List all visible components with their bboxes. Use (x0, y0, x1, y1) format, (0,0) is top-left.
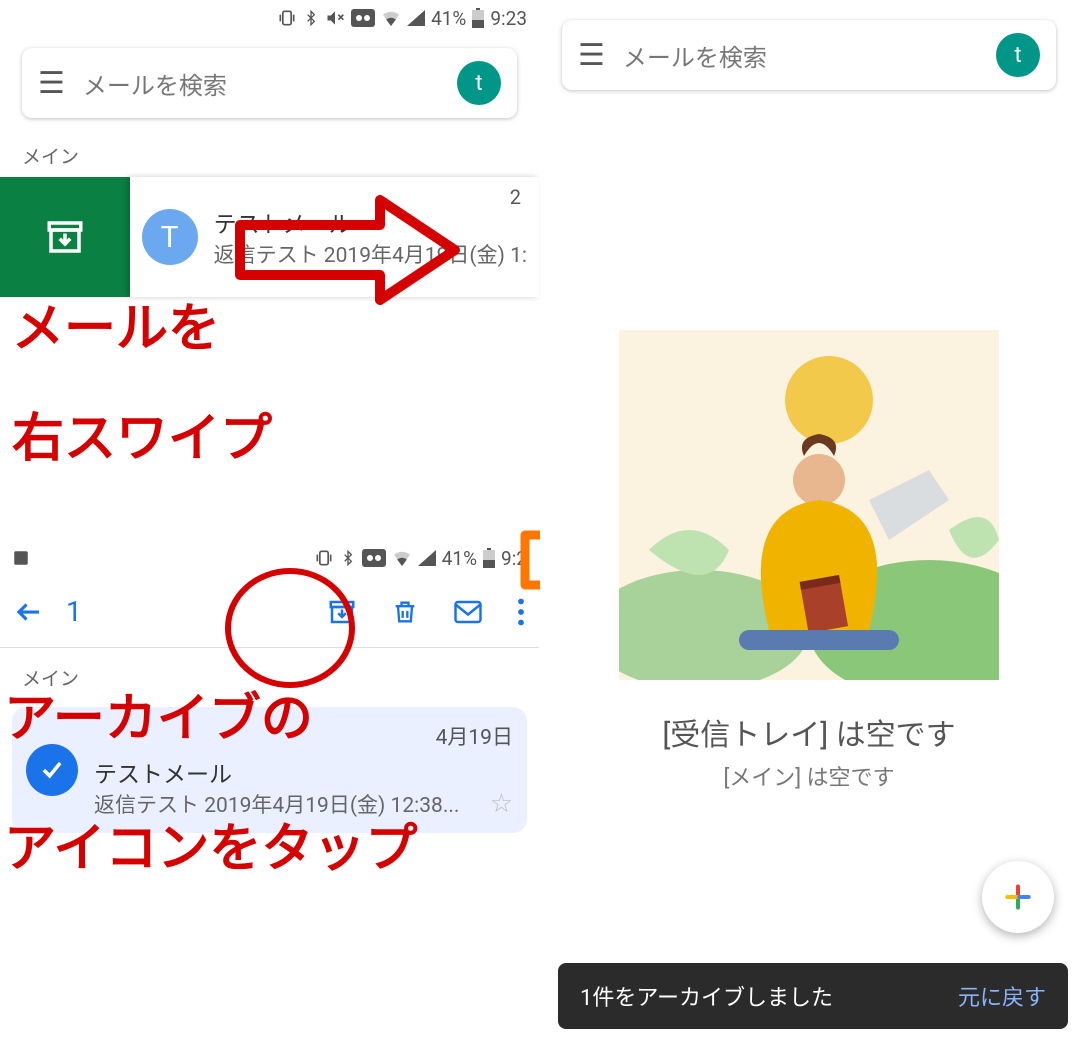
mail-snippet-2: 返信テスト 2019年4月19日(金) 12:38... (94, 789, 459, 819)
empty-inbox-illustration (619, 330, 999, 680)
annotation-swipe-2: 右スワイプ (12, 410, 272, 467)
clock-time: 9:23 (490, 7, 527, 30)
account-avatar-2[interactable]: t (996, 33, 1040, 77)
undo-button[interactable]: 元に戻す (958, 980, 1046, 1012)
bluetooth-icon (303, 8, 319, 28)
owl-icon (362, 549, 386, 567)
search-bar[interactable]: ☰ メールを検索 t (22, 48, 517, 118)
status-bar: 41% 9:23 (0, 0, 539, 36)
battery-icon (472, 8, 484, 28)
selection-action-bar: 1 (0, 576, 539, 648)
snackbar-message: 1件をアーカイブしました (580, 980, 833, 1012)
mail-snippet: 返信テスト 2019年4月19日(金) 1: (214, 239, 527, 269)
clock-time-2: 9:2 (501, 547, 527, 570)
account-avatar[interactable]: t (457, 61, 501, 105)
search-bar-2[interactable]: ☰ メールを検索 t (562, 20, 1056, 90)
vibrate-icon (314, 548, 334, 568)
section-label-main: メイン (0, 118, 539, 177)
mail-subject-2: テストメール (94, 755, 513, 789)
mark-unread-icon[interactable] (453, 599, 483, 625)
selected-check-icon[interactable] (26, 744, 78, 796)
search-placeholder: メールを検索 (83, 66, 457, 101)
mail-thread-count: 2 (510, 185, 521, 209)
signal-icon (407, 10, 425, 26)
owl-icon (351, 9, 375, 27)
wifi-icon (392, 550, 412, 566)
empty-inbox-subtitle: [メイン] は空です (723, 760, 894, 792)
battery-icon (483, 548, 495, 568)
archive-icon (44, 216, 86, 258)
mail-card[interactable]: T テストメール 返信テスト 2019年4月19日(金) 1: 2 (130, 177, 539, 297)
status-bar-2: 41% 9:2 (0, 540, 539, 576)
search-placeholder-2: メールを検索 (623, 38, 996, 73)
annotation-tap-1: アーカイブの (4, 690, 313, 747)
more-icon[interactable] (517, 598, 525, 626)
swipe-archive-bg (0, 177, 130, 297)
signal-icon (418, 550, 436, 566)
archive-action-icon[interactable] (327, 597, 357, 627)
wifi-icon (381, 10, 401, 26)
mute-icon (325, 8, 345, 28)
menu-icon[interactable]: ☰ (578, 38, 605, 73)
mail-subject: テストメール (214, 205, 527, 239)
snackbar: 1件をアーカイブしました 元に戻す (558, 963, 1068, 1029)
star-icon[interactable]: ☆ (490, 789, 513, 819)
back-icon[interactable] (14, 597, 44, 627)
annotation-tap-2: アイコンをタップ (4, 820, 417, 877)
battery-percent: 41% (442, 547, 477, 570)
empty-inbox-title: [受信トレイ] は空です (662, 710, 955, 754)
selection-count: 1 (66, 595, 82, 628)
vibrate-icon (277, 8, 297, 28)
battery-percent: 41% (431, 7, 466, 30)
sender-avatar: T (142, 209, 198, 265)
screenshot-icon (12, 549, 30, 567)
delete-icon[interactable] (391, 597, 419, 627)
annotation-swipe-1: メールを (12, 300, 220, 357)
plus-icon (1002, 881, 1034, 913)
mail-row-swiping[interactable]: T テストメール 返信テスト 2019年4月19日(金) 1: 2 (0, 177, 539, 297)
menu-icon[interactable]: ☰ (38, 66, 65, 101)
bluetooth-icon (340, 548, 356, 568)
compose-fab[interactable] (982, 861, 1054, 933)
